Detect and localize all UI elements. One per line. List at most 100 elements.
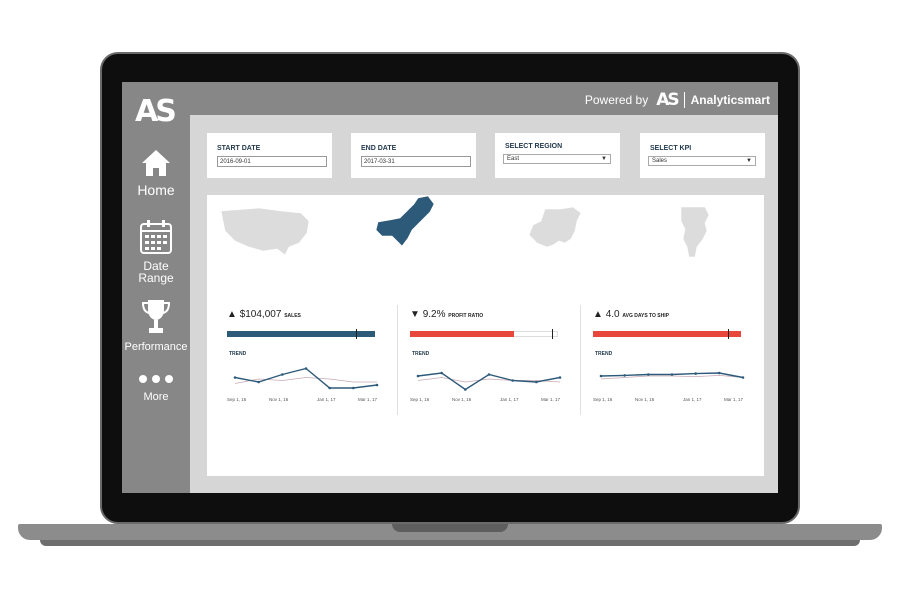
sidebar-item-label-line2: Range: [138, 271, 174, 285]
more-dots-icon: [139, 375, 173, 383]
kpi-header: ▼ 9.2% PROFIT RATIO: [410, 309, 483, 320]
powered-by-text: Powered by: [584, 93, 649, 107]
sidebar-item-home[interactable]: Home: [122, 148, 190, 197]
sales-trend-chart: [233, 367, 379, 390]
ship-trend-chart: [599, 371, 745, 380]
region-filter: SELECT REGION East ▼: [495, 133, 620, 178]
trend-point[interactable]: [281, 373, 284, 376]
brand-logo[interactable]: AS Analyticsmart: [656, 90, 770, 110]
kpi-target-marker: [552, 329, 554, 339]
start-date-filter: START DATE 2016-09-01: [207, 133, 332, 178]
kpi-select[interactable]: Sales ▼: [648, 156, 756, 166]
region-map-central[interactable]: [675, 205, 719, 261]
chevron-down-icon: ▼: [746, 158, 752, 164]
main-panel: ▲ $104,007 SALES TREND Sep 1, 16 Nov 1, …: [207, 195, 764, 476]
region-select-value: East: [507, 156, 520, 162]
sidebar-item-more[interactable]: More: [122, 372, 190, 403]
kpi-divider: [580, 305, 581, 415]
kpi-label: PROFIT RATIO: [448, 313, 484, 319]
trend-point[interactable]: [233, 376, 237, 379]
dashboard-screen: AS Home Date Range Performance More Powe…: [122, 82, 778, 493]
x-tick-label: Sep 1, 16: [227, 397, 247, 402]
app-logo[interactable]: AS: [135, 94, 177, 129]
laptop-notch: [392, 524, 508, 532]
top-bar: Powered by AS Analyticsmart: [190, 82, 778, 115]
x-tick-label: Nov 1, 16: [269, 397, 289, 402]
brand-name: Analyticsmart: [690, 93, 770, 107]
kpi-bar-fill: [593, 331, 741, 337]
trend-point[interactable]: [352, 386, 355, 390]
x-tick-label: Sep 1, 16: [593, 397, 613, 402]
sidebar-item-label: More: [143, 391, 169, 403]
kpi-card-avg-days-to-ship[interactable]: ▲ 4.0 AVG DAYS TO SHIP TREND Sep 1, 16 N…: [593, 309, 763, 419]
trend-point[interactable]: [257, 380, 260, 384]
laptop-base-shadow: [40, 540, 860, 546]
trend-point[interactable]: [535, 380, 538, 384]
region-map-east[interactable]: [372, 194, 444, 250]
start-date-input[interactable]: 2016-09-01: [217, 156, 327, 167]
sidebar-item-label: Home: [137, 182, 175, 198]
x-tick-label: Nov 1, 16: [635, 397, 655, 402]
kpi-arrow-up-icon: ▲: [593, 309, 603, 320]
kpi-card-profit-ratio[interactable]: ▼ 9.2% PROFIT RATIO TREND Sep 1, 16 Nov …: [410, 309, 580, 419]
trophy-icon: [141, 300, 171, 333]
trend-point[interactable]: [623, 374, 626, 377]
trend-point[interactable]: [304, 367, 308, 370]
start-date-label: START DATE: [217, 145, 261, 152]
kpi-value: $104,007: [239, 309, 282, 320]
region-select[interactable]: East ▼: [503, 154, 611, 164]
trend-point[interactable]: [718, 371, 721, 375]
trend-point[interactable]: [487, 373, 491, 376]
kpi-filter: SELECT KPI Sales ▼: [640, 133, 765, 178]
sidebar-item-date-range[interactable]: Date Range: [122, 219, 190, 284]
kpi-value: 4.0: [605, 309, 620, 320]
trend-point[interactable]: [694, 372, 697, 375]
x-tick-label: Mar 1, 17: [541, 397, 561, 402]
x-tick-label: Mar 1, 17: [724, 397, 744, 402]
x-tick-label: Sep 1, 16: [410, 397, 430, 402]
kpi-label: SELECT KPI: [650, 145, 692, 152]
trend-point[interactable]: [741, 376, 745, 379]
kpi-value: 9.2%: [422, 309, 446, 320]
end-date-input[interactable]: 2017-03-31: [361, 156, 471, 167]
sidebar-item-label: Performance: [124, 341, 188, 353]
kpi-select-value: Sales: [652, 158, 668, 164]
trend-point[interactable]: [647, 373, 650, 376]
trend-point[interactable]: [558, 376, 562, 379]
kpi-label: SALES: [284, 313, 301, 319]
sidebar: AS Home Date Range Performance More: [122, 82, 190, 493]
trend-point[interactable]: [464, 388, 467, 391]
brand-mark: AS: [656, 90, 679, 110]
x-tick-label: Jan 1, 17: [500, 397, 519, 402]
region-map-west[interactable]: [219, 203, 315, 259]
kpi-arrow-up-icon: ▲: [227, 309, 237, 320]
trend-point[interactable]: [440, 371, 443, 375]
trend-line-comparison: [234, 377, 377, 384]
x-tick-label: Jan 1, 17: [683, 397, 702, 402]
trend-line-current: [234, 367, 378, 389]
x-tick-label: Jan 1, 17: [317, 397, 336, 402]
x-tick-label: Nov 1, 16: [452, 397, 472, 402]
calendar-icon: [140, 220, 172, 254]
chevron-down-icon: ▼: [601, 156, 607, 162]
powered-by: Powered by AS Analyticsmart: [585, 90, 770, 110]
kpi-header: ▲ $104,007 SALES: [227, 309, 301, 320]
profit-trend-chart: [416, 371, 562, 391]
kpi-card-sales[interactable]: ▲ $104,007 SALES TREND Sep 1, 16 Nov 1, …: [227, 309, 397, 419]
kpi-label: AVG DAYS TO SHIP: [622, 313, 669, 319]
kpi-header: ▲ 4.0 AVG DAYS TO SHIP: [593, 309, 669, 320]
sidebar-item-performance[interactable]: Performance: [122, 298, 190, 353]
trend-point[interactable]: [599, 374, 603, 378]
kpi-target-marker: [355, 329, 357, 339]
end-date-label: END DATE: [361, 145, 397, 152]
trend-point[interactable]: [511, 379, 514, 382]
region-map-south[interactable]: [525, 205, 589, 253]
kpi-target-marker: [727, 329, 729, 339]
x-tick-label: Mar 1, 17: [358, 397, 378, 402]
trend-point[interactable]: [670, 373, 674, 376]
trend-point[interactable]: [416, 374, 420, 378]
trend-point[interactable]: [328, 386, 331, 390]
kpi-arrow-down-icon: ▼: [410, 309, 420, 320]
trend-point[interactable]: [375, 383, 379, 387]
kpi-bar-fill: [410, 331, 514, 337]
